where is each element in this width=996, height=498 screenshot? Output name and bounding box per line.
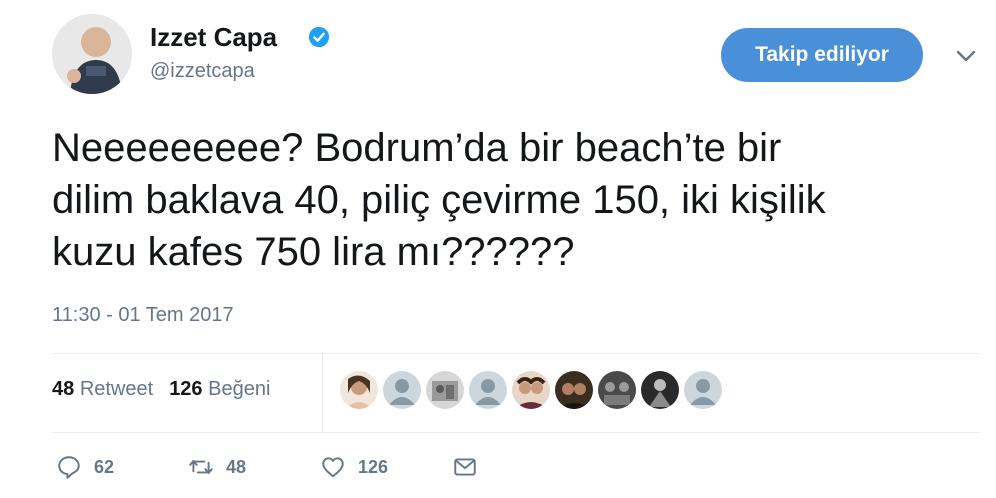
liker-avatar[interactable] <box>641 371 679 409</box>
divider <box>52 432 980 433</box>
retweet-label: Retweet <box>79 378 154 400</box>
default-avatar-icon[interactable] <box>684 371 722 409</box>
like-label: Beğeni <box>208 378 271 400</box>
direct-message-button[interactable] <box>452 454 478 480</box>
liker-avatar[interactable] <box>512 371 550 409</box>
stats-divider <box>322 354 323 432</box>
like-count: 126 <box>169 378 203 400</box>
liker-avatar[interactable] <box>340 371 378 409</box>
like-action-count: 126 <box>358 456 389 477</box>
default-avatar-icon[interactable] <box>383 371 421 409</box>
following-button[interactable]: Takip ediliyor <box>721 28 923 82</box>
retweet-stat[interactable]: 48 Retweet <box>52 378 153 401</box>
retweet-button[interactable]: 48 <box>188 454 320 480</box>
heart-icon <box>322 457 344 478</box>
liker-avatar[interactable] <box>555 371 593 409</box>
user-handle[interactable]: @izzetcapa <box>150 60 255 83</box>
tweet-stats: 48 Retweet 126 Beğeni <box>52 378 270 401</box>
reply-button[interactable]: 62 <box>56 454 188 480</box>
verified-badge-icon <box>308 26 330 48</box>
default-avatar-icon[interactable] <box>469 371 507 409</box>
avatar[interactable] <box>52 14 132 94</box>
like-button[interactable]: 126 <box>320 454 452 480</box>
display-name[interactable]: Izzet Capa <box>150 22 277 53</box>
divider <box>52 353 980 354</box>
retweet-icon <box>189 460 213 474</box>
likers-list <box>340 371 722 409</box>
liker-avatar[interactable] <box>426 371 464 409</box>
chevron-down-icon[interactable] <box>954 48 978 64</box>
reply-count: 62 <box>94 456 115 477</box>
tweet-timestamp[interactable]: 11:30 - 01 Tem 2017 <box>52 304 234 327</box>
liker-avatar[interactable] <box>598 371 636 409</box>
like-stat[interactable]: 126 Beğeni <box>169 378 270 401</box>
action-bar: 62 48 126 <box>56 454 478 480</box>
reply-icon <box>58 456 80 479</box>
tweet-text: Neeeeeeeee? Bodrum’da bir beach’te bir d… <box>52 126 826 274</box>
retweet-count: 48 <box>52 378 75 400</box>
mail-icon <box>454 458 476 476</box>
retweet-action-count: 48 <box>226 456 247 477</box>
